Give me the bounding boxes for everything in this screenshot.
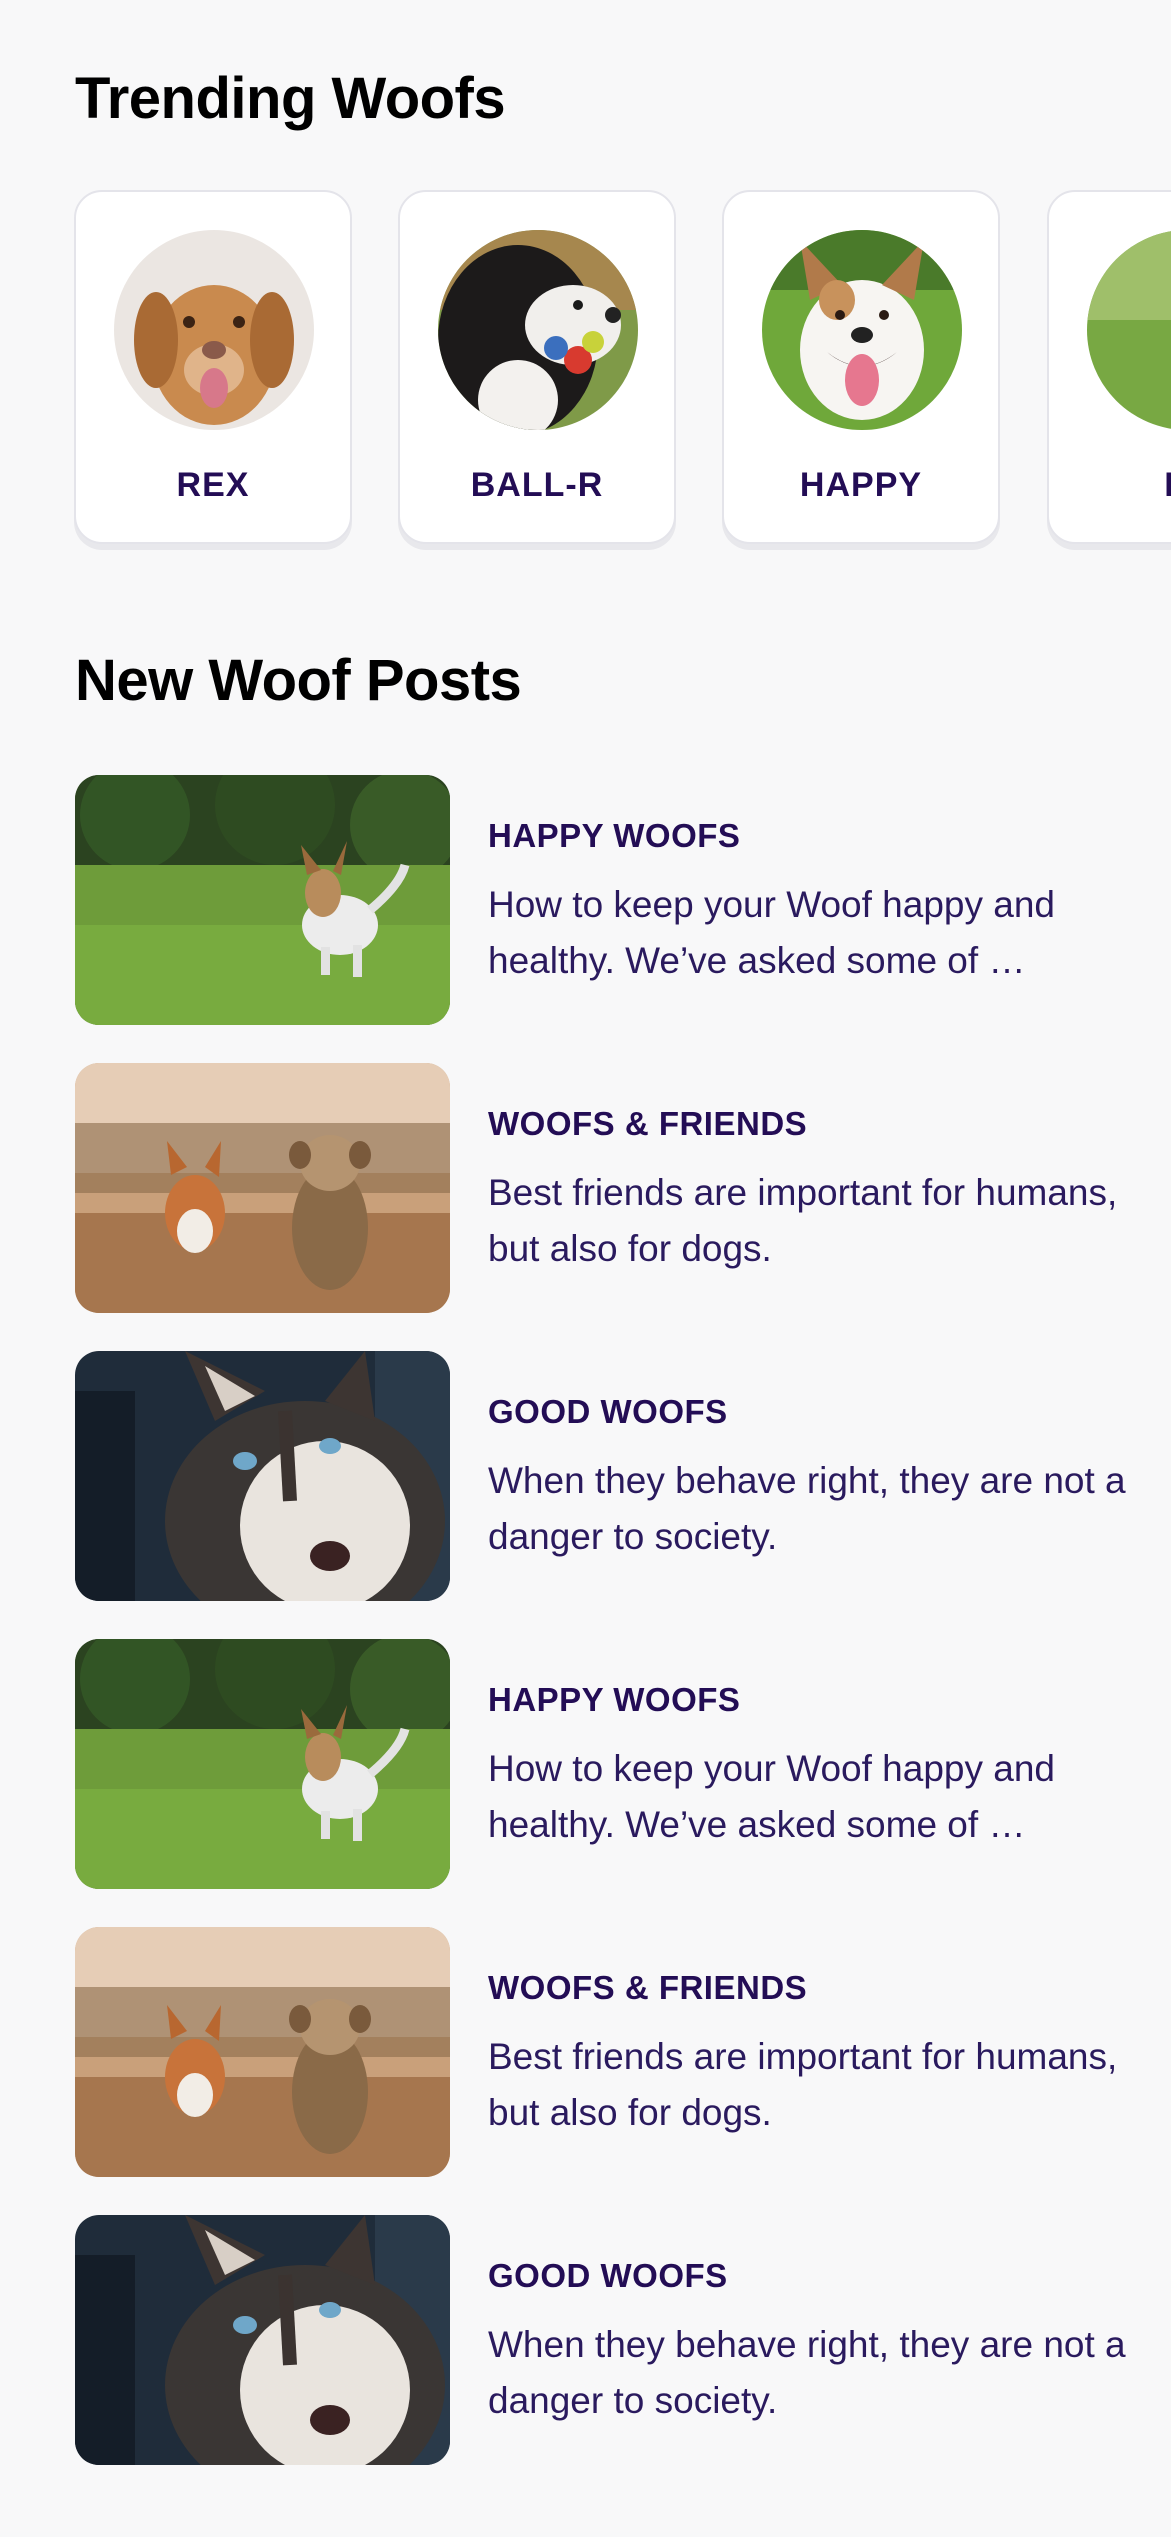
trending-name: FL xyxy=(1049,466,1171,505)
trending-card-ball-r[interactable]: BALL-R xyxy=(398,190,676,544)
dog-rex-photo-icon xyxy=(114,230,314,430)
trending-section-title: Trending Woofs xyxy=(75,66,506,131)
post-category: HAPPY WOOFS xyxy=(488,817,741,854)
post-item[interactable]: HAPPY WOOFS How to keep your Woof happy … xyxy=(75,1639,1135,1889)
dog-happy-photo-icon xyxy=(762,230,962,430)
dog-fluffy-photo-icon xyxy=(1087,230,1171,430)
post-excerpt: When they behave right, they are not a d… xyxy=(488,2324,1126,2421)
post-item[interactable]: WOOFS & FRIENDS Best friends are importa… xyxy=(75,1063,1135,1313)
post-excerpt: How to keep your Woof happy and healthy.… xyxy=(488,1748,1055,1845)
post-item[interactable]: GOOD WOOFS When they behave right, they … xyxy=(75,1351,1135,1601)
trending-carousel[interactable]: REX BALL-R HAPPY xyxy=(0,190,1171,560)
post-excerpt: Best friends are important for humans, b… xyxy=(488,1172,1118,1269)
trending-name: HAPPY xyxy=(799,466,923,504)
post-excerpt: Best friends are important for humans, b… xyxy=(488,2036,1118,2133)
post-category: WOOFS & FRIENDS xyxy=(488,1105,808,1142)
trending-card-fl[interactable]: FL xyxy=(1047,190,1171,544)
post-item[interactable]: GOOD WOOFS When they behave right, they … xyxy=(75,2215,1135,2465)
post-excerpt: When they behave right, they are not a d… xyxy=(488,1460,1126,1557)
post-item[interactable]: WOOFS & FRIENDS Best friends are importa… xyxy=(75,1927,1135,2177)
post-category: HAPPY WOOFS xyxy=(488,1681,741,1718)
two-dogs-photo-icon xyxy=(75,1927,450,2177)
trending-name: REX xyxy=(176,466,250,504)
post-excerpt: How to keep your Woof happy and healthy.… xyxy=(488,884,1055,981)
trending-name: BALL-R xyxy=(470,466,604,504)
jumping-dog-photo-icon xyxy=(75,1639,450,1889)
post-category: GOOD WOOFS xyxy=(488,1393,728,1430)
posts-section-title: New Woof Posts xyxy=(75,648,522,713)
husky-photo-icon xyxy=(75,2215,450,2465)
two-dogs-photo-icon xyxy=(75,1063,450,1313)
jumping-dog-photo-icon xyxy=(75,775,450,1025)
husky-photo-icon xyxy=(75,1351,450,1601)
trending-card-happy[interactable]: HAPPY xyxy=(722,190,1000,544)
dog-ball-photo-icon xyxy=(438,230,638,430)
trending-card-rex[interactable]: REX xyxy=(74,190,352,544)
post-item[interactable]: HAPPY WOOFS How to keep your Woof happy … xyxy=(75,775,1135,1025)
post-category: GOOD WOOFS xyxy=(488,2257,728,2294)
post-category: WOOFS & FRIENDS xyxy=(488,1969,808,2006)
